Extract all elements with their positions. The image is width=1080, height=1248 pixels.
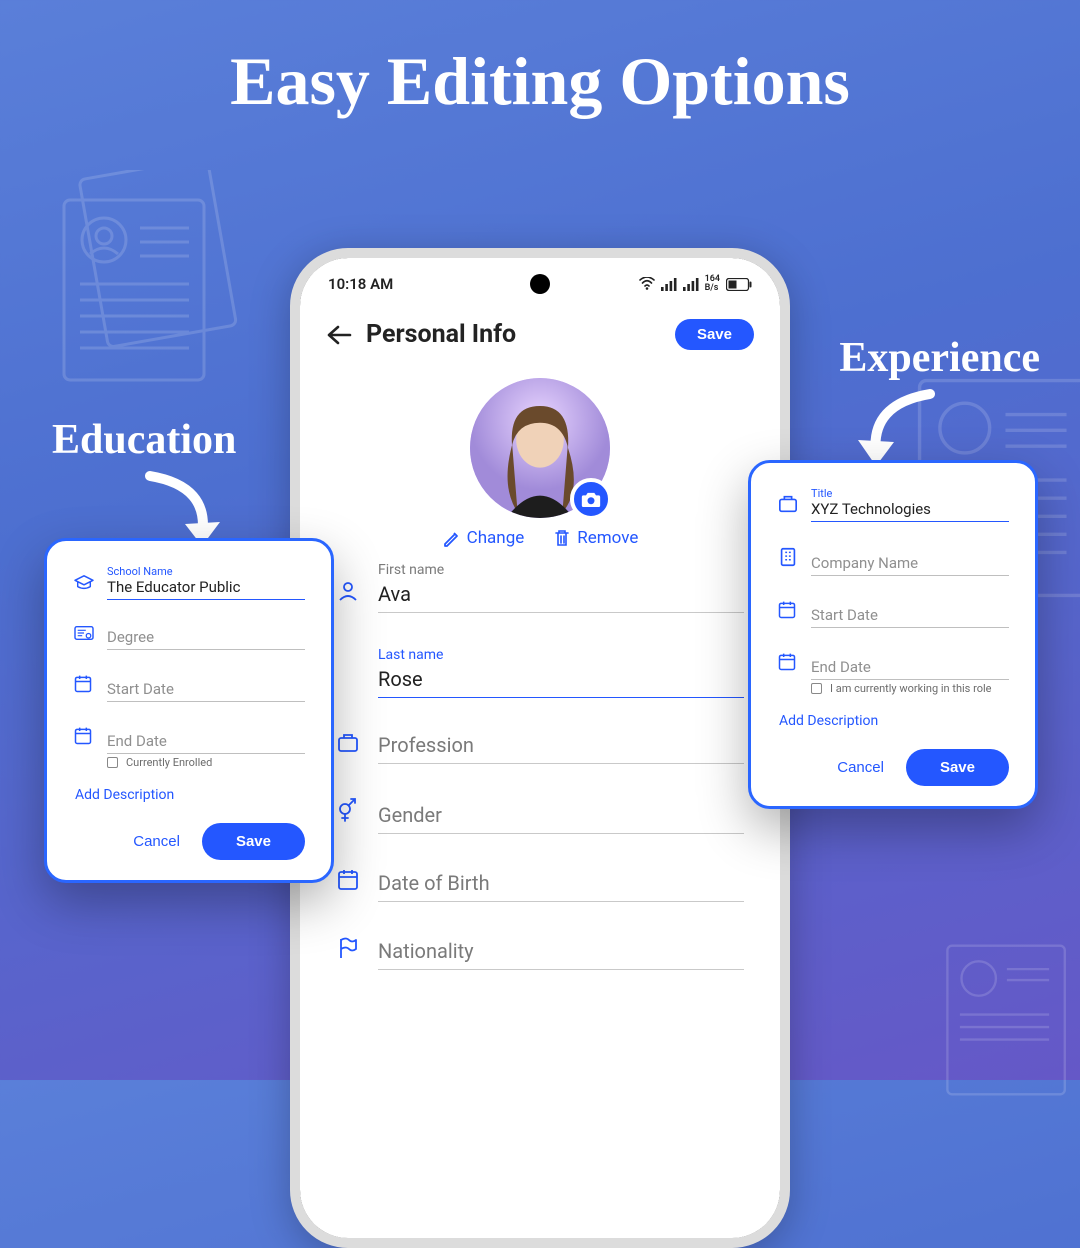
title-field[interactable]: TitleXYZ Technologies [777, 487, 1009, 522]
wifi-icon [639, 277, 655, 291]
last-name-value: Rose [378, 667, 744, 691]
gender-placeholder: Gender [378, 803, 744, 827]
enrolled-label: Currently Enrolled [126, 756, 212, 769]
company-placeholder: Company Name [811, 554, 1009, 572]
phone-frame: 10:18 AM 164B/s Personal Info Save [290, 248, 790, 1248]
school-label: School Name [107, 565, 305, 578]
building-icon [777, 546, 799, 572]
nationality-field[interactable]: Nationality [336, 936, 744, 970]
calendar-icon [336, 868, 362, 896]
dob-placeholder: Date of Birth [378, 871, 744, 895]
currently-enrolled-row[interactable]: Currently Enrolled [107, 756, 305, 769]
exp-end-date-field[interactable]: End Date [777, 652, 1009, 680]
calendar-exp-end-icon [777, 652, 799, 676]
phone-notch [530, 274, 550, 294]
first-name-field[interactable]: First name Ava [336, 562, 744, 613]
save-button[interactable]: Save [675, 319, 754, 350]
app-bar: Personal Info Save [300, 297, 780, 360]
experience-card: TitleXYZ Technologies Company Name Start… [748, 460, 1038, 809]
page-title: Easy Editing Options [0, 42, 1080, 121]
edu-end-placeholder: End Date [107, 732, 305, 750]
back-icon[interactable] [326, 324, 352, 346]
edu-end-date-field[interactable]: End Date [73, 726, 305, 754]
flag-icon [336, 936, 362, 964]
working-checkbox[interactable] [811, 683, 822, 694]
exp-start-date-field[interactable]: Start Date [777, 600, 1009, 628]
title-label: Title [811, 487, 1009, 500]
exp-end-placeholder: End Date [811, 658, 1009, 676]
person-icon [336, 579, 362, 607]
last-name-field[interactable]: Last name Rose [336, 647, 744, 698]
signal2-icon [683, 278, 699, 291]
briefcase-icon [336, 732, 362, 758]
trash-icon [554, 529, 570, 547]
edu-start-date-field[interactable]: Start Date [73, 674, 305, 702]
camera-icon [581, 491, 601, 508]
dob-field[interactable]: Date of Birth [336, 868, 744, 902]
remove-photo-button[interactable]: Remove [554, 528, 638, 548]
certificate-icon [73, 624, 95, 646]
avatar-container [470, 378, 610, 518]
gender-icon [336, 798, 362, 828]
working-label: I am currently working in this role [830, 682, 991, 695]
calendar-start-icon [73, 674, 95, 698]
battery-icon [726, 278, 752, 291]
currently-working-row[interactable]: I am currently working in this role [811, 682, 1009, 695]
briefcase-small-icon [777, 494, 799, 518]
callout-experience: Experience [839, 334, 1040, 382]
enrolled-checkbox[interactable] [107, 757, 118, 768]
pencil-icon [442, 529, 460, 547]
camera-button[interactable] [570, 478, 612, 520]
profession-field[interactable]: Profession [336, 732, 744, 764]
last-name-label: Last name [378, 647, 744, 663]
edu-start-placeholder: Start Date [107, 680, 305, 698]
change-photo-button[interactable]: Change [442, 528, 525, 548]
edu-cancel-button[interactable]: Cancel [133, 833, 180, 850]
school-name-field[interactable]: School NameThe Educator Public [73, 565, 305, 600]
graduate-icon [73, 574, 95, 596]
first-name-label: First name [378, 562, 744, 578]
exp-start-placeholder: Start Date [811, 606, 1009, 624]
education-card: School NameThe Educator Public Degree St… [44, 538, 334, 883]
first-name-value: Ava [378, 582, 744, 606]
school-value: The Educator Public [107, 578, 305, 596]
degree-field[interactable]: Degree [73, 624, 305, 650]
company-field[interactable]: Company Name [777, 546, 1009, 576]
calendar-exp-start-icon [777, 600, 799, 624]
status-time: 10:18 AM [328, 275, 393, 293]
profession-placeholder: Profession [378, 733, 744, 757]
network-speed: 164B/s [705, 275, 720, 293]
nationality-placeholder: Nationality [378, 939, 744, 963]
change-label: Change [467, 528, 525, 548]
exp-cancel-button[interactable]: Cancel [837, 759, 884, 776]
signal-icon [661, 278, 677, 291]
gender-field[interactable]: Gender [336, 798, 744, 834]
degree-placeholder: Degree [107, 628, 305, 646]
calendar-end-icon [73, 726, 95, 750]
exp-add-description-link[interactable]: Add Description [779, 713, 1009, 729]
edu-save-button[interactable]: Save [202, 823, 305, 860]
callout-education: Education [52, 416, 236, 464]
title-value: XYZ Technologies [811, 500, 1009, 518]
edu-add-description-link[interactable]: Add Description [75, 787, 305, 803]
exp-save-button[interactable]: Save [906, 749, 1009, 786]
screen-title: Personal Info [366, 320, 516, 349]
remove-label: Remove [577, 528, 638, 548]
